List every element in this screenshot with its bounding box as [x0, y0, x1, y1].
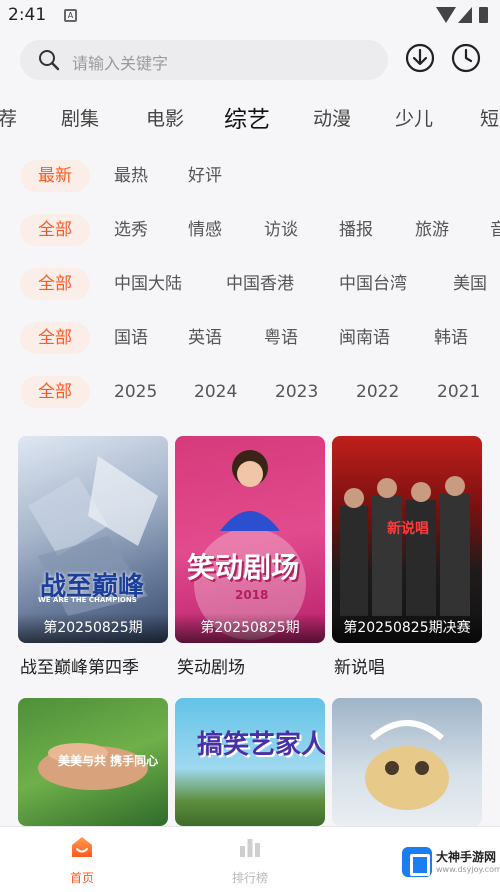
- filter-chip[interactable]: 好评: [188, 160, 222, 192]
- poster-image[interactable]: [332, 698, 482, 826]
- watermark-logo-icon: [402, 847, 432, 877]
- filter-row-type: 全部 选秀 情感 访谈 播报 旅游 音: [0, 210, 500, 250]
- category-tabs: 荐 剧集 电影 综艺 动漫 少儿 短: [0, 96, 500, 136]
- filter-chip[interactable]: 访谈: [264, 214, 298, 246]
- signal-icon: [458, 7, 472, 23]
- episode-label: 第20250825期: [175, 613, 325, 643]
- battery-icon: [479, 7, 488, 23]
- nav-ranking[interactable]: 排行榜: [210, 835, 290, 886]
- filter-row-sort: 最新 最热 好评: [0, 156, 500, 196]
- poster-art: [28, 456, 158, 616]
- filter-row-year: 全部 2025 2024 2023 2022 2021: [0, 372, 500, 412]
- filter-chip[interactable]: 英语: [188, 322, 222, 354]
- nav-home[interactable]: 首页: [42, 835, 122, 886]
- poster-logo-text: 新说唱: [387, 521, 429, 537]
- bottom-nav: 首页 排行榜 大神手游网 www.dsyjoy.com: [0, 826, 500, 892]
- download-icon[interactable]: [404, 42, 436, 74]
- filter-chip[interactable]: 韩语: [434, 322, 468, 354]
- poster-art: [365, 720, 449, 810]
- filter-chip-selected[interactable]: 全部: [20, 268, 90, 300]
- filter-chip[interactable]: 最热: [114, 160, 148, 192]
- filter-chip[interactable]: 2025: [114, 376, 157, 408]
- filter-chip-selected[interactable]: 全部: [20, 322, 90, 354]
- history-icon[interactable]: [450, 42, 482, 74]
- filter-chip[interactable]: 中国台湾: [339, 268, 407, 300]
- filter-chip-selected[interactable]: 全部: [20, 214, 90, 246]
- nav-home-label: 首页: [69, 871, 94, 885]
- filter-chip[interactable]: 2023: [275, 376, 318, 408]
- poster-image[interactable]: 笑动剧场 2018 第20250825期: [175, 436, 325, 643]
- ranking-icon: [240, 839, 260, 857]
- poster-logo-subtext: 2018: [235, 588, 269, 602]
- episode-label: 第20250825期: [18, 613, 168, 643]
- filter-chip[interactable]: 选秀: [114, 214, 148, 246]
- poster-art: [340, 476, 470, 616]
- watermark-name: 大神手游网: [436, 850, 497, 864]
- filter-chip[interactable]: 音: [490, 214, 500, 246]
- poster-image[interactable]: 新说唱 第20250825期决赛: [332, 436, 482, 643]
- poster-art: [194, 450, 306, 640]
- tab-kids[interactable]: 少儿: [395, 104, 433, 131]
- poster-logo-text: 笑动剧场: [187, 551, 300, 584]
- site-watermark: 大神手游网 www.dsyjoy.com: [400, 845, 500, 879]
- filter-chip[interactable]: 2021: [437, 376, 480, 408]
- filter-chip[interactable]: 旅游: [415, 214, 449, 246]
- status-bar: 2:41 A: [0, 0, 500, 32]
- tab-movies[interactable]: 电影: [146, 104, 184, 131]
- filter-chip[interactable]: 闽南语: [339, 322, 390, 354]
- watermark-url: www.dsyjoy.com: [436, 865, 500, 874]
- filter-chip[interactable]: 国语: [114, 322, 148, 354]
- filter-chip[interactable]: 播报: [339, 214, 373, 246]
- tab-short[interactable]: 短: [480, 104, 499, 131]
- filter-chip[interactable]: 2022: [356, 376, 399, 408]
- tab-recommend[interactable]: 荐: [0, 104, 17, 131]
- tab-anime[interactable]: 动漫: [313, 104, 351, 131]
- poster-image[interactable]: 搞笑艺家人: [175, 698, 325, 826]
- filter-row-region: 全部 中国大陆 中国香港 中国台湾 美国: [0, 264, 500, 304]
- tab-series[interactable]: 剧集: [61, 104, 99, 131]
- filter-chip[interactable]: 粤语: [264, 322, 298, 354]
- poster-logo-subtext: WE ARE THE CHAMPIONS: [38, 596, 137, 604]
- home-icon: [72, 837, 92, 857]
- card-title[interactable]: 笑动剧场: [177, 653, 245, 678]
- tab-variety[interactable]: 综艺: [224, 100, 270, 134]
- search-bar[interactable]: 请输入关键字: [20, 40, 388, 80]
- search-input[interactable]: 请输入关键字: [72, 50, 168, 74]
- filter-chip-selected[interactable]: 全部: [20, 376, 90, 408]
- poster-image[interactable]: 美美与共 携手同心: [18, 698, 168, 826]
- filter-chip[interactable]: 2024: [194, 376, 237, 408]
- poster-logo-text: 搞笑艺家人: [197, 730, 325, 760]
- filter-chip[interactable]: 中国大陆: [114, 268, 182, 300]
- card-title[interactable]: 新说唱: [334, 653, 385, 678]
- filter-chip[interactable]: 美国: [453, 268, 487, 300]
- filter-row-language: 全部 国语 英语 粤语 闽南语 韩语: [0, 318, 500, 358]
- notification-icon: A: [64, 9, 77, 22]
- search-icon: [39, 50, 60, 71]
- filter-chip-selected[interactable]: 最新: [20, 160, 90, 192]
- filter-chip[interactable]: 情感: [188, 214, 222, 246]
- status-time: 2:41: [8, 5, 47, 25]
- card-title[interactable]: 战至巅峰第四季: [20, 653, 139, 678]
- poster-logo-text: 美美与共 携手同心: [58, 754, 159, 768]
- nav-ranking-label: 排行榜: [231, 871, 268, 885]
- filter-chip[interactable]: 中国香港: [226, 268, 294, 300]
- episode-label: 第20250825期决赛: [332, 613, 482, 643]
- wifi-icon: [436, 7, 456, 23]
- poster-image[interactable]: 战至巅峰 WE ARE THE CHAMPIONS 第20250825期: [18, 436, 168, 643]
